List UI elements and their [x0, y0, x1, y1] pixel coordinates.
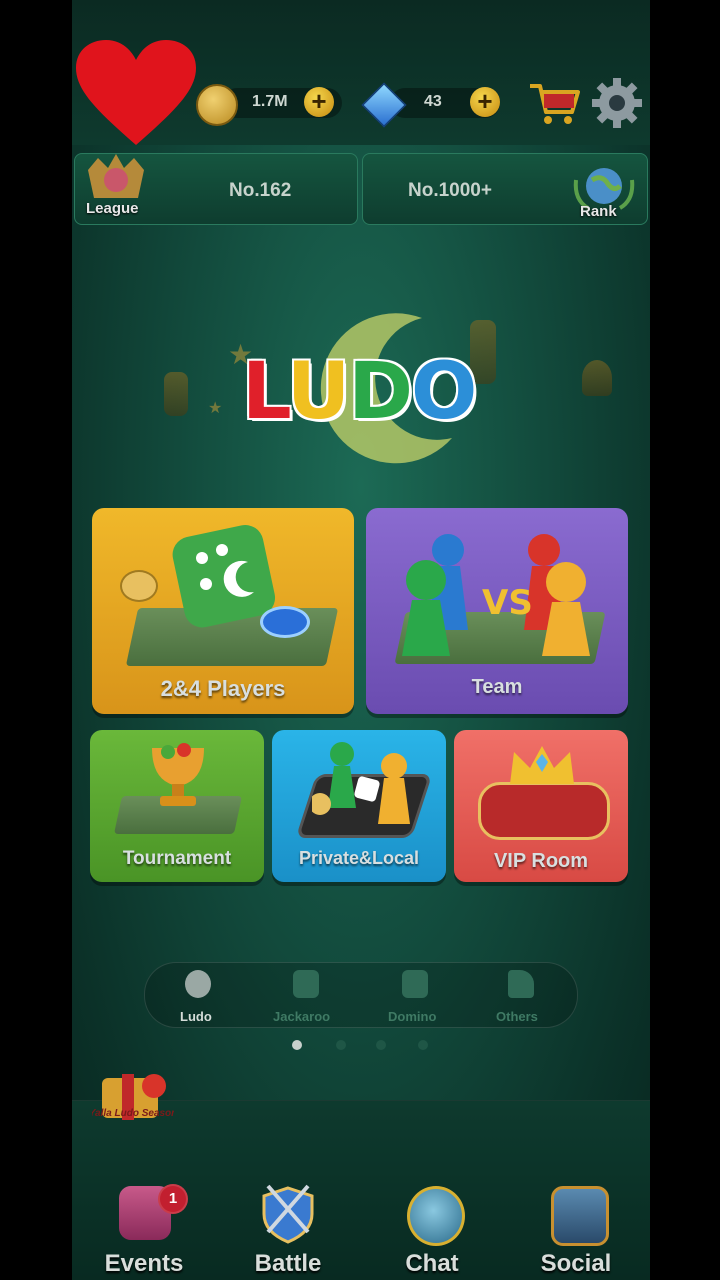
mode-tab-jackaroo[interactable]: Jackaroo	[273, 1009, 330, 1024]
mode-tab-others[interactable]: Others	[496, 1009, 538, 1024]
trophy-icon	[152, 743, 204, 806]
logo-letter: L	[242, 347, 289, 437]
social-people-icon	[551, 1186, 609, 1246]
mode-tab-domino[interactable]: Domino	[388, 1009, 436, 1024]
card-label: Private&Local	[298, 848, 420, 868]
star-decoration: ★	[208, 400, 223, 417]
rank-label: Rank	[580, 203, 617, 220]
card-label: Team	[471, 676, 523, 698]
lantern-decoration	[582, 360, 612, 396]
nav-label: Social	[540, 1250, 612, 1277]
app-screen: 1.7M + 43 + League No.162 No.1000+ Rank …	[72, 0, 650, 1280]
nav-chat[interactable]: Chat	[382, 1186, 482, 1277]
private-pawns-icon	[312, 742, 410, 824]
page-indicator-dot	[418, 1040, 428, 1050]
heart-icon[interactable]	[76, 40, 196, 150]
page-indicator-dot-active	[292, 1040, 302, 1050]
blue-token	[260, 606, 310, 638]
card-2-4-players[interactable]: 2&4 Players	[92, 508, 354, 714]
team-pawns-icon: VS	[402, 534, 590, 656]
coin-icon	[196, 84, 238, 126]
add-coins-button[interactable]: +	[304, 87, 334, 117]
ludo-logo: LUDO	[242, 352, 482, 432]
svg-text:VS: VS	[482, 583, 533, 623]
rank-value: No.1000+	[408, 180, 492, 201]
card-private-local[interactable]: Private&Local	[272, 730, 446, 882]
logo-letter: U	[286, 347, 350, 437]
nav-label: Battle	[254, 1250, 322, 1277]
mode-tab-ludo[interactable]: Ludo	[180, 1009, 212, 1024]
card-label: VIP Room	[493, 850, 589, 872]
lantern-decoration	[164, 372, 188, 416]
crossed-swords-shield-icon	[262, 1184, 314, 1244]
ludo-mode-icon	[185, 970, 211, 998]
add-gems-button[interactable]: +	[470, 87, 500, 117]
season-badge-text: Yalla Ludo Season	[92, 1108, 174, 1119]
shop-cart-icon[interactable]	[528, 80, 580, 126]
nav-battle[interactable]: Battle	[238, 1184, 338, 1277]
card-label: 2&4 Players	[160, 676, 286, 701]
jackaroo-mode-icon	[293, 970, 319, 998]
events-notification-badge: 1	[158, 1184, 188, 1214]
settings-gear-icon[interactable]	[590, 76, 644, 130]
season-event-icon[interactable]: Yalla Ludo Season	[92, 1064, 174, 1134]
card-team[interactable]: VS Team	[366, 508, 628, 714]
nav-label: Chat	[405, 1250, 459, 1277]
chat-bubble-icon	[407, 1186, 465, 1246]
coin-token	[120, 570, 158, 602]
nav-social[interactable]: Social	[526, 1186, 626, 1277]
crown-icon	[510, 746, 574, 784]
logo-letter: D	[348, 347, 413, 437]
logo-letter: O	[411, 347, 477, 437]
league-value: No.162	[229, 180, 292, 201]
domino-mode-icon	[402, 970, 428, 998]
gem-balance: 43	[424, 93, 442, 110]
coin-balance: 1.7M	[252, 93, 288, 110]
league-label: League	[86, 200, 139, 217]
page-indicator-dot	[336, 1040, 346, 1050]
others-mode-icon	[508, 970, 534, 998]
card-vip-room[interactable]: VIP Room	[454, 730, 628, 882]
card-label: Tournament	[122, 848, 232, 869]
nav-label: Events	[104, 1250, 184, 1277]
page-indicator-dot	[376, 1040, 386, 1050]
card-tournament[interactable]: Tournament	[90, 730, 264, 882]
